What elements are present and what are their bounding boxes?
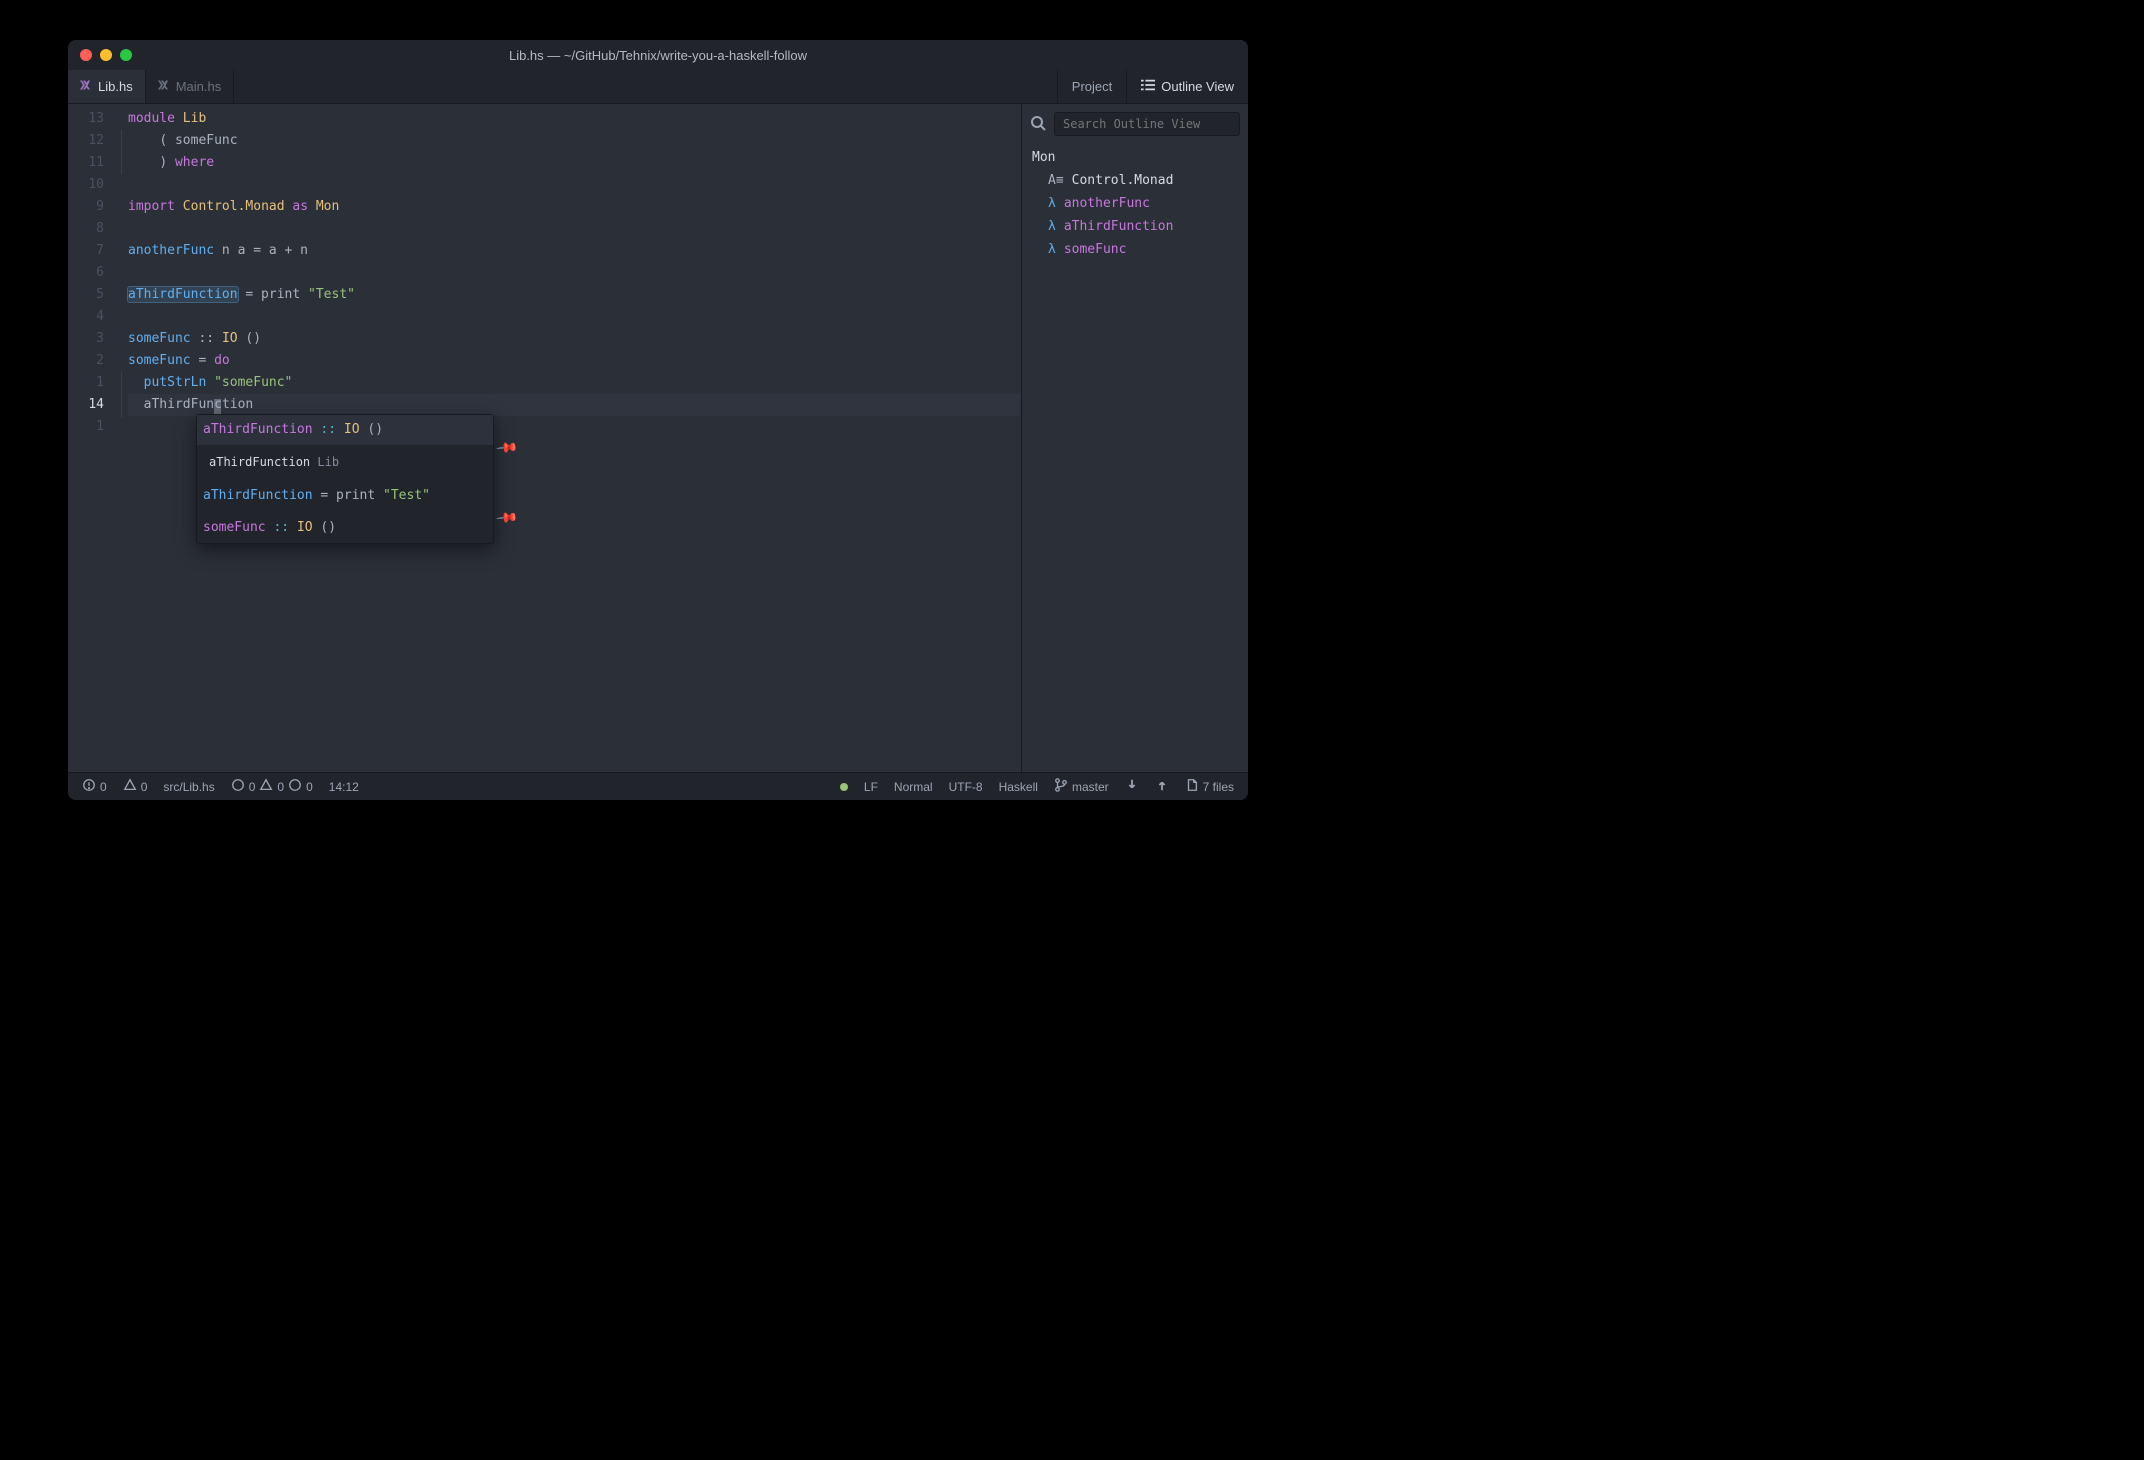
error-icon xyxy=(82,778,96,795)
status-errors[interactable]: 0 xyxy=(82,778,107,795)
status-vim-mode[interactable]: Normal xyxy=(894,780,933,794)
info-icon xyxy=(288,778,302,795)
status-git-push[interactable] xyxy=(1155,778,1169,795)
editor-window: Lib.hs — ~/GitHub/Tehnix/write-you-a-has… xyxy=(68,40,1248,800)
titlebar[interactable]: Lib.hs — ~/GitHub/Tehnix/write-you-a-has… xyxy=(68,40,1248,70)
autocomplete-source: aThirdFunction Lib xyxy=(197,445,493,479)
line-number-gutter[interactable]: 13 12 11 10 9 8 7 6 5 4 3 2 1 14 1 xyxy=(68,104,120,772)
tab-lib-hs[interactable]: Lib.hs xyxy=(68,70,146,103)
info-icon xyxy=(231,778,245,795)
lambda-icon: λ xyxy=(1048,219,1056,234)
outline-label: Outline View xyxy=(1161,79,1234,94)
lambda-icon: λ xyxy=(1048,196,1056,211)
lambda-icon: λ xyxy=(1048,242,1056,257)
outline-item-module[interactable]: A≡ Control.Monad xyxy=(1030,169,1240,192)
tab-label: Lib.hs xyxy=(98,79,133,94)
tab-label: Main.hs xyxy=(176,79,222,94)
outline-search-input[interactable] xyxy=(1054,112,1240,136)
warning-icon xyxy=(123,778,137,795)
search-icon xyxy=(1030,115,1046,134)
close-window-button[interactable] xyxy=(80,49,92,61)
outline-panel: Mon A≡ Control.Monad λ anotherFunc λ aTh… xyxy=(1022,104,1248,772)
code-area[interactable]: module Lib ( someFunc ) where import Con… xyxy=(120,104,1021,772)
status-diagnostics[interactable]: 0 0 0 xyxy=(231,778,313,795)
tab-bar: Lib.hs Main.hs Project Outline View xyxy=(68,70,1248,104)
status-git-branch[interactable]: master xyxy=(1054,778,1109,795)
status-git-pull[interactable] xyxy=(1125,778,1139,795)
code-editor[interactable]: 13 12 11 10 9 8 7 6 5 4 3 2 1 14 1 modul… xyxy=(68,104,1022,772)
outline-heading: Mon xyxy=(1030,146,1240,169)
status-files[interactable]: 7 files xyxy=(1185,778,1234,795)
pin-icon[interactable]: 📌 xyxy=(493,504,520,532)
pin-icon[interactable]: 📌 xyxy=(493,434,520,462)
project-label: Project xyxy=(1072,79,1112,94)
branch-icon xyxy=(1054,778,1068,795)
outline-item-function[interactable]: λ anotherFunc xyxy=(1030,192,1240,215)
autocomplete-item[interactable]: someFunc :: IO () xyxy=(197,513,493,543)
status-bar: 0 0 src/Lib.hs 0 0 0 14:12 LF Nor xyxy=(68,772,1248,800)
status-dot-icon xyxy=(840,783,848,791)
minimize-window-button[interactable] xyxy=(100,49,112,61)
haskell-icon xyxy=(158,79,170,94)
maximize-window-button[interactable] xyxy=(120,49,132,61)
status-file-path[interactable]: src/Lib.hs xyxy=(163,780,214,794)
traffic-lights xyxy=(68,49,132,61)
outline-item-function[interactable]: λ someFunc xyxy=(1030,238,1240,261)
haskell-icon xyxy=(80,79,92,94)
outline-panel-button[interactable]: Outline View xyxy=(1126,70,1248,103)
tab-main-hs[interactable]: Main.hs xyxy=(146,70,235,103)
project-panel-button[interactable]: Project xyxy=(1057,70,1126,103)
status-warnings[interactable]: 0 xyxy=(123,778,148,795)
status-line-ending[interactable]: LF xyxy=(864,780,878,794)
autocomplete-popup[interactable]: aThirdFunction :: IO () 📌 aThirdFunction… xyxy=(196,414,494,544)
file-icon xyxy=(1185,778,1199,795)
arrow-down-icon xyxy=(1125,778,1139,795)
arrow-up-icon xyxy=(1155,778,1169,795)
module-icon: A≡ xyxy=(1048,173,1064,188)
status-cursor-position[interactable]: 14:12 xyxy=(329,780,359,794)
status-encoding[interactable]: UTF-8 xyxy=(949,780,983,794)
autocomplete-item[interactable]: aThirdFunction :: IO () 📌 xyxy=(197,415,493,445)
window-title: Lib.hs — ~/GitHub/Tehnix/write-you-a-has… xyxy=(509,48,807,63)
status-language[interactable]: Haskell xyxy=(999,780,1038,794)
list-icon xyxy=(1141,78,1155,95)
autocomplete-definition: aThirdFunction = print "Test" 📌 xyxy=(197,479,493,513)
outline-item-function[interactable]: λ aThirdFunction xyxy=(1030,215,1240,238)
warning-icon xyxy=(259,778,273,795)
